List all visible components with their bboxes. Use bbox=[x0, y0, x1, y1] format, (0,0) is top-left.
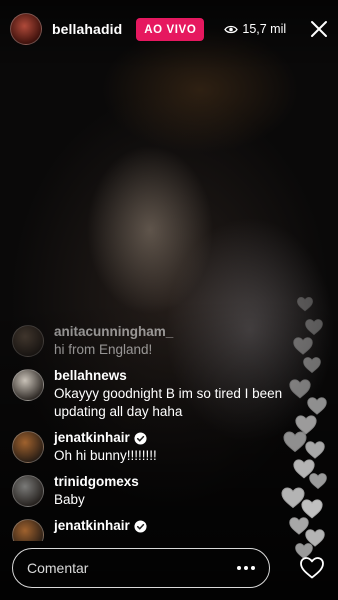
commenter-username[interactable]: bellahnews bbox=[54, 367, 127, 385]
comment-text: Oh hi bunny!!!!!!!! bbox=[54, 448, 157, 463]
verified-badge-icon bbox=[134, 431, 147, 445]
commenter-username[interactable]: trinidgomexs bbox=[54, 473, 139, 491]
floating-heart-icon bbox=[303, 357, 321, 374]
comment-text: Okayyy goodnight B im so tired I been up… bbox=[54, 386, 283, 419]
verified-badge-icon bbox=[134, 519, 147, 533]
close-icon bbox=[311, 21, 327, 37]
viewer-count[interactable]: 15,7 mil bbox=[224, 22, 286, 36]
commenter-avatar[interactable] bbox=[12, 475, 44, 507]
live-badge: AO VIVO bbox=[136, 17, 205, 41]
like-button[interactable] bbox=[296, 552, 328, 584]
host-username[interactable]: bellahadid bbox=[52, 21, 122, 37]
live-footer: Comentar bbox=[12, 546, 328, 590]
comment-row: jenatkinhair Oh hi bunny!!!!!!!! bbox=[12, 429, 287, 465]
close-button[interactable] bbox=[308, 18, 330, 40]
comment-feed[interactable]: anitacunningham_ hi from England! bellahne… bbox=[12, 323, 287, 541]
floating-heart-icon bbox=[305, 319, 323, 336]
comment-row: trinidgomexs Baby bbox=[12, 473, 287, 509]
comment-placeholder: Comentar bbox=[27, 560, 89, 576]
comment-row: bellahnews Okayyy goodnight B im so tired… bbox=[12, 367, 287, 421]
floating-heart-icon bbox=[309, 473, 327, 490]
comment-row: jenatkinhair bbox=[12, 517, 287, 541]
viewer-count-label: 15,7 mil bbox=[242, 22, 287, 36]
commenter-avatar[interactable] bbox=[12, 519, 44, 541]
more-options-icon[interactable] bbox=[237, 566, 255, 570]
comment-text: hi from England! bbox=[54, 342, 153, 357]
commenter-avatar[interactable] bbox=[12, 369, 44, 401]
floating-heart-icon bbox=[293, 337, 313, 355]
commenter-avatar[interactable] bbox=[12, 325, 44, 357]
comment-input[interactable]: Comentar bbox=[12, 548, 270, 588]
eye-icon bbox=[224, 25, 239, 33]
commenter-username[interactable]: jenatkinhair bbox=[54, 517, 130, 535]
comment-text: Baby bbox=[54, 492, 85, 507]
host-avatar[interactable] bbox=[10, 13, 42, 45]
commenter-avatar[interactable] bbox=[12, 431, 44, 463]
floating-hearts bbox=[274, 290, 334, 560]
floating-heart-icon bbox=[297, 297, 313, 312]
comment-row: anitacunningham_ hi from England! bbox=[12, 323, 287, 359]
commenter-username[interactable]: jenatkinhair bbox=[54, 429, 130, 447]
commenter-username[interactable]: anitacunningham_ bbox=[54, 323, 173, 341]
heart-icon bbox=[300, 557, 324, 579]
live-header: bellahadid AO VIVO 15,7 mil bbox=[10, 11, 330, 47]
